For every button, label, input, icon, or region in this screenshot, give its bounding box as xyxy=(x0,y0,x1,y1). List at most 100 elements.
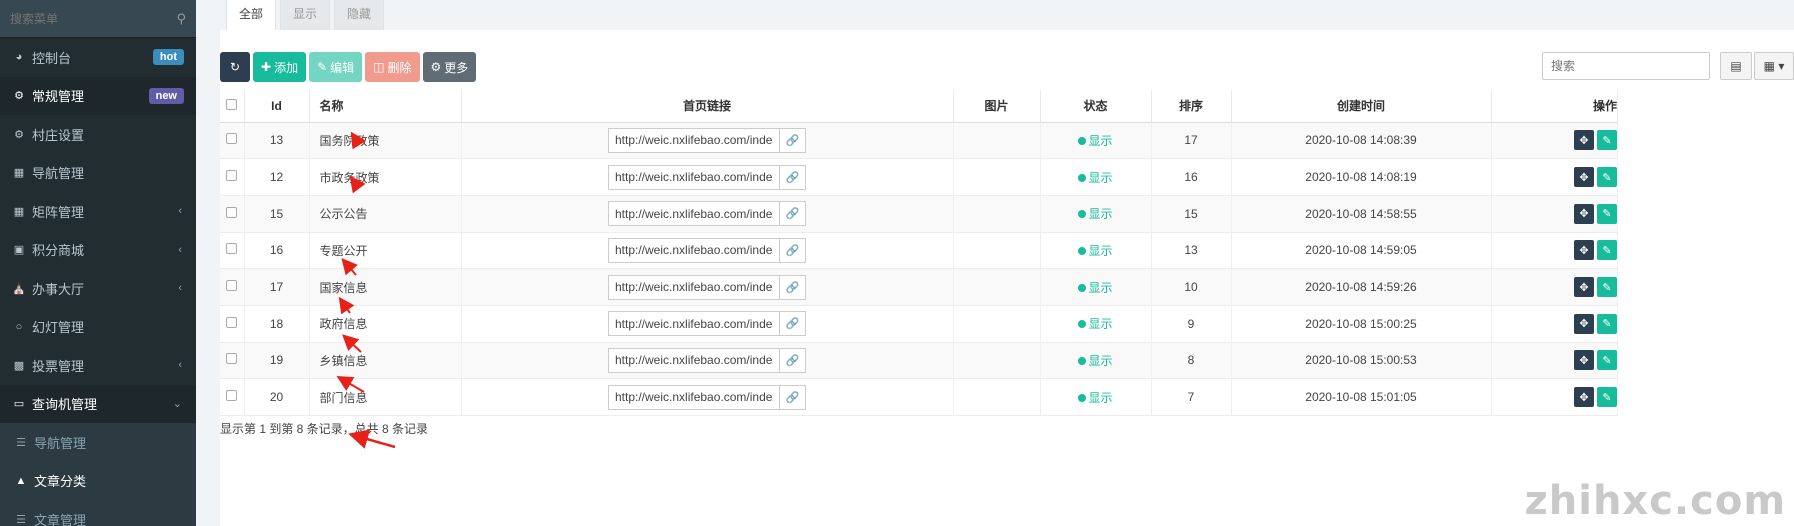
row-ops: ✥ ✎ xyxy=(1491,195,1618,233)
drag-move-icon[interactable]: ✥ xyxy=(1574,240,1594,261)
row-status-cell: 显示 xyxy=(1040,232,1152,270)
status-dot-icon xyxy=(1078,320,1087,329)
dashboard-icon: ◕ xyxy=(15,51,23,64)
tab-all[interactable]: 全部 xyxy=(226,0,277,32)
sidebar-item-label: 文章管理 xyxy=(34,512,87,526)
status-badge[interactable]: 显示 xyxy=(1078,243,1113,258)
row-image xyxy=(953,378,1041,416)
status-dot-icon xyxy=(1078,136,1087,145)
drag-move-icon[interactable]: ✥ xyxy=(1574,313,1594,334)
sidebar-item-label: 村庄设置 xyxy=(32,127,85,143)
laptop-icon: ▭ xyxy=(13,398,25,411)
search-input[interactable] xyxy=(1542,52,1710,80)
annotation-arrow xyxy=(336,375,365,393)
sidebar-item-dashboard[interactable]: ◕ 控制台 hot xyxy=(0,38,196,77)
status-label: 显示 xyxy=(1088,353,1113,368)
status-dot-icon xyxy=(1078,356,1087,365)
edit-pencil-icon[interactable]: ✎ xyxy=(1597,387,1617,408)
sidebar-item-kiosk[interactable]: ▭ 查询机管理 ⌄ xyxy=(0,384,196,423)
col-image[interactable]: 图片 xyxy=(953,90,1041,123)
edit-pencil-icon[interactable]: ✎ xyxy=(1597,167,1617,188)
sidebar-item-general[interactable]: ⚙ 常规管理 new xyxy=(0,76,196,115)
sidebar-item-slides[interactable]: ○ 幻灯管理 xyxy=(0,308,196,347)
status-label: 显示 xyxy=(1088,243,1113,258)
status-dot-icon xyxy=(1078,283,1087,292)
row-actions: ✥ ✎ xyxy=(1574,387,1617,408)
annotation-arrow xyxy=(350,131,367,150)
cogs-icon: ⚙ xyxy=(14,90,24,103)
drag-move-icon[interactable]: ✥ xyxy=(1574,277,1594,298)
annotation-arrow xyxy=(338,296,355,315)
edit-pencil-icon[interactable]: ✎ xyxy=(1597,240,1617,261)
row-sort: 16 xyxy=(1151,158,1232,196)
status-badge[interactable]: 显示 xyxy=(1078,353,1113,368)
status-label: 显示 xyxy=(1088,317,1113,332)
status-dot-icon xyxy=(1078,210,1087,219)
sidebar-item-voting[interactable]: ▩ 投票管理 ‹ xyxy=(0,346,196,385)
sidebar-item-village-settings[interactable]: ⚙ 村庄设置 xyxy=(0,115,196,154)
status-label: 显示 xyxy=(1088,390,1113,405)
row-sort: 8 xyxy=(1151,342,1232,380)
edit-pencil-icon[interactable]: ✎ xyxy=(1597,277,1617,298)
edit-pencil-icon[interactable]: ✎ xyxy=(1597,313,1617,334)
col-status[interactable]: 状态 xyxy=(1040,90,1152,123)
sidebar-item-matrix[interactable]: ▦ 矩阵管理 ‹ xyxy=(0,192,196,231)
drag-move-icon[interactable]: ✥ xyxy=(1574,130,1594,151)
edit-pencil-icon[interactable]: ✎ xyxy=(1597,130,1617,151)
sidebar-search-input[interactable] xyxy=(10,11,177,26)
watermark: zhihxc.com xyxy=(1524,478,1786,524)
drag-move-icon[interactable]: ✥ xyxy=(1574,387,1594,408)
row-sort: 17 xyxy=(1151,122,1232,160)
toggle-view-button[interactable]: ▤ xyxy=(1720,52,1752,80)
status-badge[interactable]: 显示 xyxy=(1078,207,1113,221)
sidebar-item-service-hall[interactable]: ⛪ 办事大厅 ‹ xyxy=(0,269,196,308)
main-content: 全部 显示 隐藏 ↻ ✚添加 ✎编辑 ◫删除 ⚙更多 ▤ ▦ ▾ Id 名称 首… xyxy=(196,0,1794,526)
tab-shown[interactable]: 显示 xyxy=(280,0,331,32)
annotation-arrow xyxy=(342,334,362,353)
sidebar-item-points-mall[interactable]: ▣ 积分商城 ‹ xyxy=(0,231,196,270)
sitemap-icon: ▲ xyxy=(15,474,27,487)
sidebar-subitem-article-category[interactable]: ▲ 文章分类 xyxy=(0,462,196,501)
sidebar-item-label: 办事大厅 xyxy=(32,281,85,297)
edit-pencil-icon[interactable]: ✎ xyxy=(1597,203,1617,224)
row-image xyxy=(953,195,1041,233)
drag-move-icon[interactable]: ✥ xyxy=(1574,350,1594,371)
col-created[interactable]: 创建时间 xyxy=(1231,90,1492,123)
row-image xyxy=(953,342,1041,380)
search-icon[interactable]: ⚲ xyxy=(176,11,186,27)
row-ops: ✥ ✎ xyxy=(1491,268,1618,306)
status-badge[interactable]: 显示 xyxy=(1078,281,1113,295)
row-image xyxy=(953,232,1041,270)
row-created: 2020-10-08 15:01:05 xyxy=(1231,378,1492,416)
drag-move-icon[interactable]: ✥ xyxy=(1574,203,1594,224)
status-badge[interactable]: 显示 xyxy=(1078,134,1113,148)
drag-move-icon[interactable]: ✥ xyxy=(1574,167,1594,188)
list-icon: ☰ xyxy=(16,436,26,449)
col-ops: 操作 xyxy=(1491,90,1618,123)
status-dot-icon xyxy=(1078,173,1087,182)
annotation-arrow xyxy=(341,257,358,276)
chevron-left-icon: ‹ xyxy=(178,359,182,372)
sidebar-subitem-articles[interactable]: ☰ 文章管理 xyxy=(0,500,196,526)
tab-hidden[interactable]: 隐藏 xyxy=(334,0,385,32)
status-dot-icon xyxy=(1078,393,1087,402)
edit-pencil-icon[interactable]: ✎ xyxy=(1597,350,1617,371)
row-sort: 7 xyxy=(1151,378,1232,416)
row-status-cell: 显示 xyxy=(1040,342,1152,380)
image-icon: ▩ xyxy=(13,359,25,372)
bank-icon: ⛪ xyxy=(12,282,26,295)
bag-icon: ▣ xyxy=(13,244,25,257)
sidebar-item-navigation[interactable]: ▦ 导航管理 xyxy=(0,154,196,193)
columns-dropdown-button[interactable]: ▦ ▾ xyxy=(1754,52,1794,80)
row-created: 2020-10-08 14:58:55 xyxy=(1231,195,1492,233)
row-ops: ✥ ✎ xyxy=(1491,378,1618,416)
status-badge[interactable]: 显示 xyxy=(1078,171,1113,185)
status-badge[interactable]: 显示 xyxy=(1078,317,1113,332)
col-sort[interactable]: 排序 xyxy=(1151,90,1232,123)
row-status-cell: 显示 xyxy=(1040,268,1152,306)
status-badge[interactable]: 显示 xyxy=(1078,390,1113,405)
row-actions: ✥ ✎ xyxy=(1574,130,1617,151)
row-ops: ✥ ✎ xyxy=(1491,305,1618,343)
row-actions: ✥ ✎ xyxy=(1574,277,1617,298)
sidebar-subitem-navigation[interactable]: ☰ 导航管理 xyxy=(0,423,196,462)
